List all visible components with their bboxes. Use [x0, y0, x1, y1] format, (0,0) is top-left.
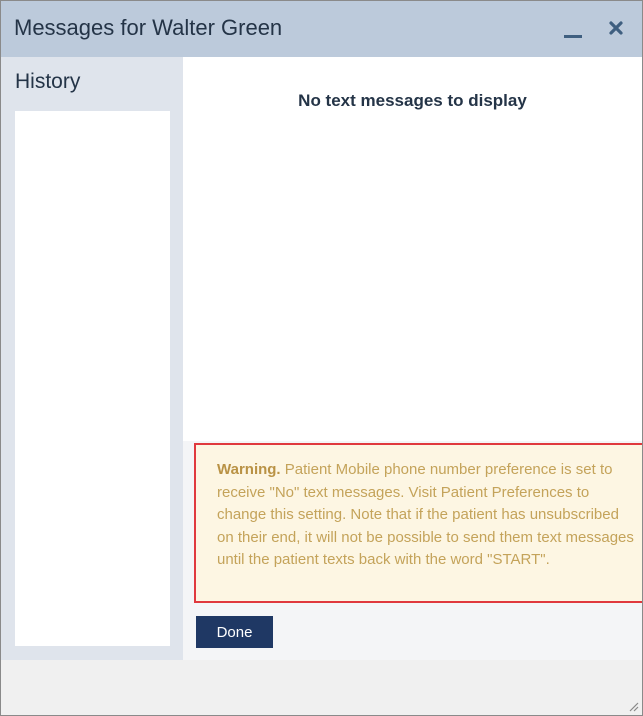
dialog-title: Messages for Walter Green — [14, 15, 283, 40]
conversation-panel: No text messages to display Warning. Pat… — [183, 57, 642, 660]
close-button[interactable] — [605, 17, 627, 39]
minimize-button[interactable] — [561, 19, 585, 41]
messages-area[interactable]: No text messages to display — [183, 57, 642, 441]
messages-dialog: Messages for Walter Green History No tex… — [0, 0, 643, 716]
dialog-titlebar[interactable]: Messages for Walter Green — [1, 1, 642, 57]
done-button[interactable]: Done — [196, 616, 273, 648]
empty-messages-text: No text messages to display — [298, 91, 527, 110]
dialog-footer — [1, 660, 642, 715]
warning-alert: Warning. Patient Mobile phone number pre… — [194, 443, 642, 603]
warning-label: Warning. — [217, 461, 281, 478]
resize-grip-icon[interactable] — [627, 700, 639, 712]
history-title: History — [15, 70, 81, 93]
minimize-icon — [564, 35, 582, 38]
close-icon — [609, 21, 623, 35]
history-list[interactable] — [15, 111, 170, 646]
history-panel: History — [1, 57, 183, 660]
